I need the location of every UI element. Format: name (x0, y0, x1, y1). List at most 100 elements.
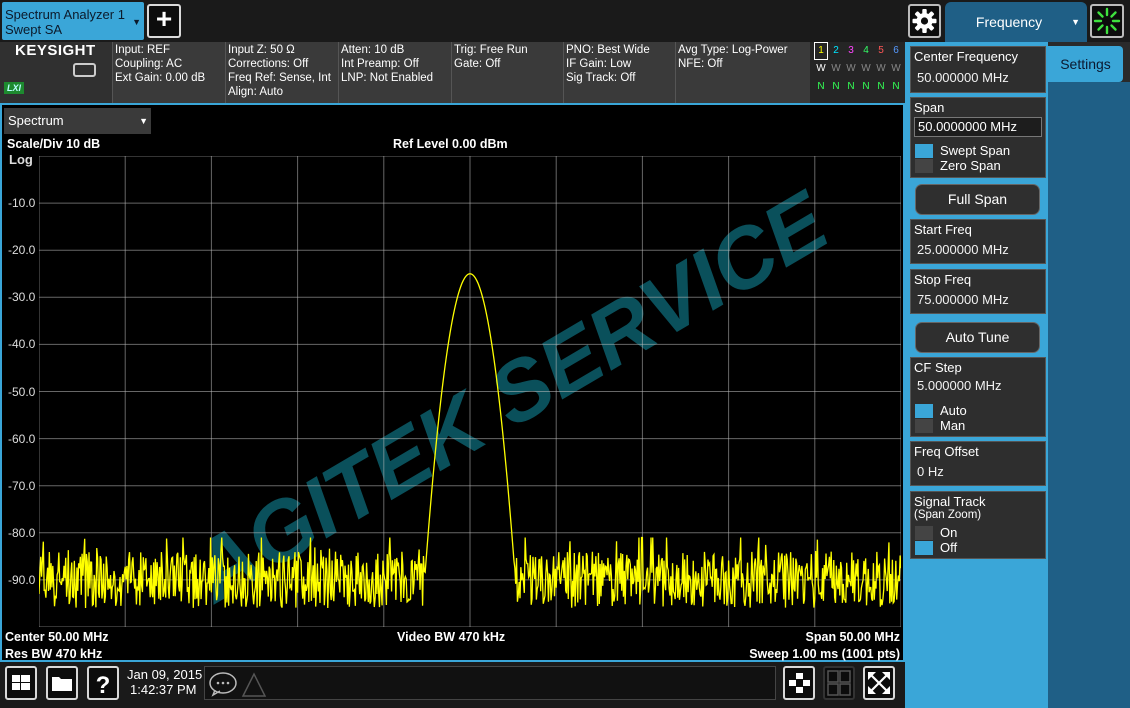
trace-6-status[interactable]: 6 WN (889, 42, 903, 96)
spectrum-window[interactable]: Spectrum ▼ Scale/Div 10 dB Log Ref Level… (0, 103, 905, 662)
expand-full-screen-icon[interactable] (863, 666, 895, 700)
auto-tune-button[interactable]: Auto Tune (915, 322, 1040, 353)
trace-1-status[interactable]: 1 WN (814, 42, 828, 96)
stop-freq-softkey[interactable]: Stop Freq 75.000000 MHz (910, 269, 1046, 314)
trace-number: 6 (893, 45, 899, 56)
chevron-down-icon: ▼ (132, 17, 141, 27)
option-label: Man (940, 418, 966, 433)
setting-pno: PNO: Best Wide (566, 44, 650, 56)
tab-frequency[interactable]: Frequency ▼ (945, 2, 1087, 42)
setting-coupling: Coupling: AC (115, 58, 183, 70)
y-tick-label: -70.0 (8, 478, 36, 493)
y-tick-label: -90.0 (8, 572, 36, 587)
setting-align: Align: Auto (228, 86, 283, 98)
settings-group-avg[interactable]: Avg Type: Log-Power NFE: Off (676, 42, 810, 103)
freq-offset-value[interactable]: 0 Hz (914, 463, 944, 481)
setting-gate: Gate: Off (454, 58, 501, 70)
y-tick-label: -40.0 (8, 337, 36, 352)
setting-corrections: Corrections: Off (228, 58, 309, 70)
setting-atten: Atten: 10 dB (341, 44, 405, 56)
start-freq-softkey[interactable]: Start Freq 25.000000 MHz (910, 219, 1046, 264)
signal-track-softkey[interactable]: Signal Track (Span Zoom) On Off (910, 491, 1046, 559)
option-label: Auto (940, 403, 967, 418)
tab-frequency-label: Frequency (975, 14, 1043, 30)
watermark: AGITEK SERVICE (175, 173, 845, 621)
trace-number: 3 (848, 45, 854, 56)
trace-detector: N (817, 81, 825, 92)
trace-type: W (846, 63, 856, 74)
softkey-label: Start Freq (914, 222, 972, 237)
add-measurement-button[interactable]: + (147, 4, 181, 38)
radio-indicator (915, 541, 933, 555)
time-label: 1:42:37 PM (130, 682, 197, 697)
multi-screen-icon[interactable] (783, 666, 815, 700)
setting-freq-ref: Freq Ref: Sense, Int (228, 72, 331, 84)
windows-start-icon[interactable] (5, 666, 37, 700)
keysight-logo: KEYSIGHT (15, 42, 96, 59)
softkey-label: Freq Offset (914, 444, 979, 459)
message-area[interactable] (204, 666, 776, 700)
busy-spinner-icon[interactable] (1090, 4, 1124, 38)
span-input[interactable]: 50.0000000 MHz (914, 117, 1042, 137)
softkey-label: Stop Freq (914, 272, 972, 287)
trace-status-panel[interactable]: 1WN2WN3WN4WN5WN6WN (810, 42, 905, 103)
date-time-display: Jan 09, 2015 1:42:37 PM (127, 667, 202, 697)
trace-detector: N (862, 81, 870, 92)
setting-int-preamp: Int Preamp: Off (341, 58, 419, 70)
softkey-label: Span (914, 100, 945, 115)
y-tick-label: -30.0 (8, 290, 36, 305)
chevron-down-icon: ▼ (1071, 17, 1080, 27)
full-span-button[interactable]: Full Span (915, 184, 1040, 215)
tile-view-icon[interactable] (823, 666, 855, 700)
window-view-dropdown[interactable]: Spectrum ▼ (4, 108, 151, 134)
lxi-logo: LXI (4, 82, 24, 94)
sweep-label: Sweep 1.00 ms (1001 pts) (749, 647, 900, 661)
setting-lnp: LNP: Not Enabled (341, 72, 434, 84)
trace-3-status[interactable]: 3 WN (844, 42, 858, 96)
spectrum-analyzer-window: Spectrum Analyzer 1 Swept SA ▼ + Frequen… (0, 0, 1130, 708)
radio-indicator (915, 404, 933, 418)
tab-settings[interactable]: Settings (1048, 46, 1123, 82)
y-tick-label: -60.0 (8, 431, 36, 446)
trace-type: W (816, 63, 826, 74)
span-label: Span 50.00 MHz (805, 630, 900, 644)
app-tab-subtitle: Swept SA (5, 22, 63, 37)
cf-step-value[interactable]: 5.000000 MHz (914, 377, 1002, 395)
bottom-bar: ? Jan 09, 2015 1:42:37 PM (0, 662, 905, 708)
settings-group-pno[interactable]: PNO: Best Wide IF Gain: Low Sig Track: O… (564, 42, 676, 103)
help-icon[interactable]: ? (87, 666, 119, 700)
setting-trig: Trig: Free Run (454, 44, 528, 56)
stop-freq-value[interactable]: 75.000000 MHz (914, 291, 1009, 309)
trace-number: 5 (878, 45, 884, 56)
ref-level-label: Ref Level 0.00 dBm (393, 137, 508, 151)
cf-step-softkey[interactable]: CF Step 5.000000 MHz Auto Man (910, 357, 1046, 437)
gear-icon[interactable] (908, 4, 941, 38)
center-frequency-value[interactable]: 50.000000 MHz (914, 69, 1009, 87)
settings-group-input[interactable]: Input: REF Coupling: AC Ext Gain: 0.00 d… (113, 42, 226, 103)
settings-group-corrections[interactable]: Input Z: 50 Ω Corrections: Off Freq Ref:… (226, 42, 339, 103)
trace-4-status[interactable]: 4 WN (859, 42, 873, 96)
app-tab-title: Spectrum Analyzer 1 (5, 7, 125, 22)
measurement-app-tab[interactable]: Spectrum Analyzer 1 Swept SA ▼ (2, 2, 144, 40)
file-folder-icon[interactable] (46, 666, 78, 700)
video-bw-label: Video BW 470 kHz (397, 630, 506, 644)
radio-indicator (915, 419, 933, 433)
trace-2-status[interactable]: 2 WN (829, 42, 843, 96)
remote-display-icon[interactable] (73, 63, 96, 77)
trace-5-status[interactable]: 5 WN (874, 42, 888, 96)
center-frequency-softkey[interactable]: Center Frequency 50.000000 MHz (910, 46, 1046, 93)
setting-input-z: Input Z: 50 Ω (228, 44, 295, 56)
trace-detector: N (892, 81, 900, 92)
y-tick-label: -80.0 (8, 525, 36, 540)
scale-type-label: Log (9, 152, 33, 167)
start-freq-value[interactable]: 25.000000 MHz (914, 241, 1009, 259)
span-softkey[interactable]: Span 50.0000000 MHz Swept Span Zero Span (910, 97, 1046, 178)
settings-group-trigger[interactable]: Trig: Free Run Gate: Off (452, 42, 564, 103)
setting-sig-track: Sig Track: Off (566, 72, 636, 84)
freq-offset-softkey[interactable]: Freq Offset 0 Hz (910, 441, 1046, 486)
radio-indicator (915, 144, 933, 158)
spectrum-graph[interactable]: AGITEK SERVICE (39, 156, 901, 627)
option-label: Off (940, 540, 958, 555)
center-frequency-label: Center 50.00 MHz (5, 630, 109, 644)
settings-group-atten[interactable]: Atten: 10 dB Int Preamp: Off LNP: Not En… (339, 42, 452, 103)
